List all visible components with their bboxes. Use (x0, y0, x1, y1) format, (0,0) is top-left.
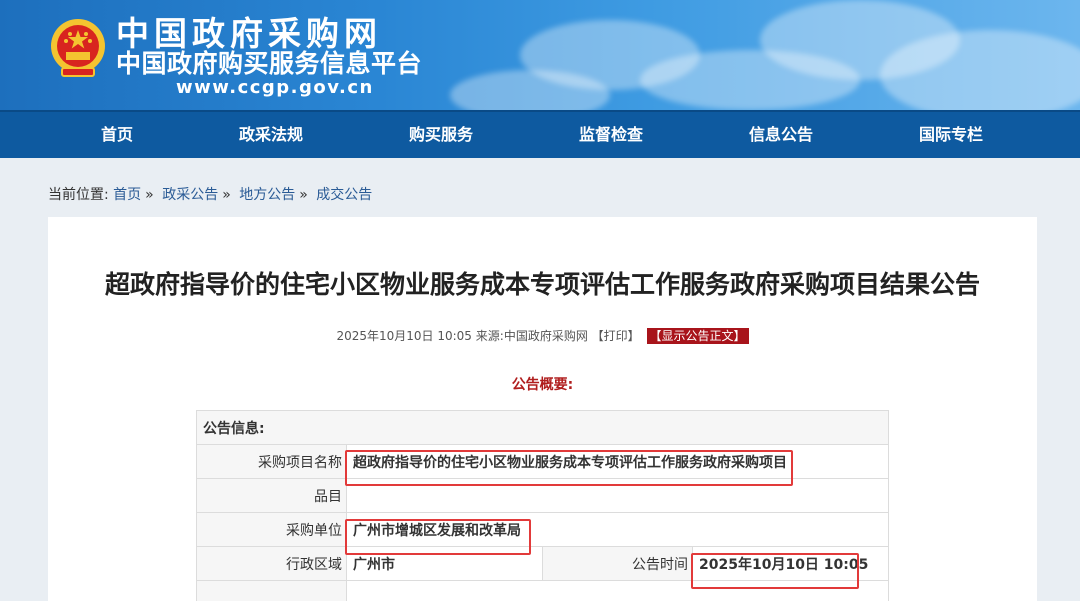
breadcrumb: 当前位置: 首页» 政采公告» 地方公告» 成交公告 (48, 185, 372, 205)
main-nav: 首页 政采法规 购买服务 监督检查 信息公告 国际专栏 (0, 110, 1080, 158)
breadcrumb-prefix: 当前位置: (48, 187, 109, 203)
field-label: 采购单位 (196, 512, 347, 547)
source-link[interactable]: 中国政府采购网 (504, 329, 588, 343)
field-label: 公告时间 (542, 546, 693, 581)
breadcrumb-item-local[interactable]: 地方公告 (239, 187, 295, 203)
breadcrumb-separator: » (222, 187, 231, 203)
highlight-project-name (345, 450, 793, 486)
field-label-partial (196, 580, 347, 601)
nav-item-international[interactable]: 国际专栏 (891, 112, 1011, 158)
breadcrumb-item-deal[interactable]: 成交公告 (316, 187, 372, 203)
site-subtitle: 中国政府购买服务信息平台 (116, 49, 423, 78)
field-label: 采购项目名称 (196, 444, 347, 479)
document-title: 超政府指导价的住宅小区物业服务成本专项评估工作服务政府采购项目结果公告 (104, 270, 980, 299)
publish-info: 2025年10月10日 10:05 来源: (336, 329, 504, 343)
table-row: 采购单位 广州市增城区发展和改革局 (196, 512, 889, 547)
national-emblem-icon (51, 19, 105, 77)
content-panel: 超政府指导价的住宅小区物业服务成本专项评估工作服务政府采购项目结果公告 2025… (48, 217, 1037, 601)
nav-item-regulations[interactable]: 政采法规 (211, 112, 331, 158)
site-url[interactable]: www.ccgp.gov.cn (176, 77, 374, 99)
document-meta: 2025年10月10日 10:05 来源:中国政府采购网 【打印】 【显示公告正… (48, 328, 1037, 344)
highlight-purchaser (345, 519, 531, 555)
show-content-button[interactable]: 【显示公告正文】 (646, 328, 749, 344)
breadcrumb-separator: » (145, 187, 154, 203)
highlight-announce-time (691, 553, 859, 589)
nav-item-home[interactable]: 首页 (57, 112, 177, 158)
site-header: 中国政府采购网 中国政府购买服务信息平台 www.ccgp.gov.cn (0, 0, 1080, 110)
print-link[interactable]: 【打印】 (592, 329, 640, 343)
table-row: 公告信息: (196, 410, 889, 445)
table-header: 公告信息: (196, 410, 889, 445)
field-label: 品目 (196, 478, 347, 513)
breadcrumb-separator: » (299, 187, 308, 203)
breadcrumb-item-home[interactable]: 首页 (113, 187, 141, 203)
nav-item-purchase-services[interactable]: 购买服务 (381, 112, 501, 158)
nav-item-supervision[interactable]: 监督检查 (551, 112, 671, 158)
breadcrumb-item-procurement[interactable]: 政采公告 (162, 187, 218, 203)
nav-item-announcements[interactable]: 信息公告 (721, 112, 841, 158)
summary-label: 公告概要: (511, 377, 574, 393)
field-label: 行政区域 (196, 546, 347, 581)
site-title: 中国政府采购网 (116, 14, 382, 53)
